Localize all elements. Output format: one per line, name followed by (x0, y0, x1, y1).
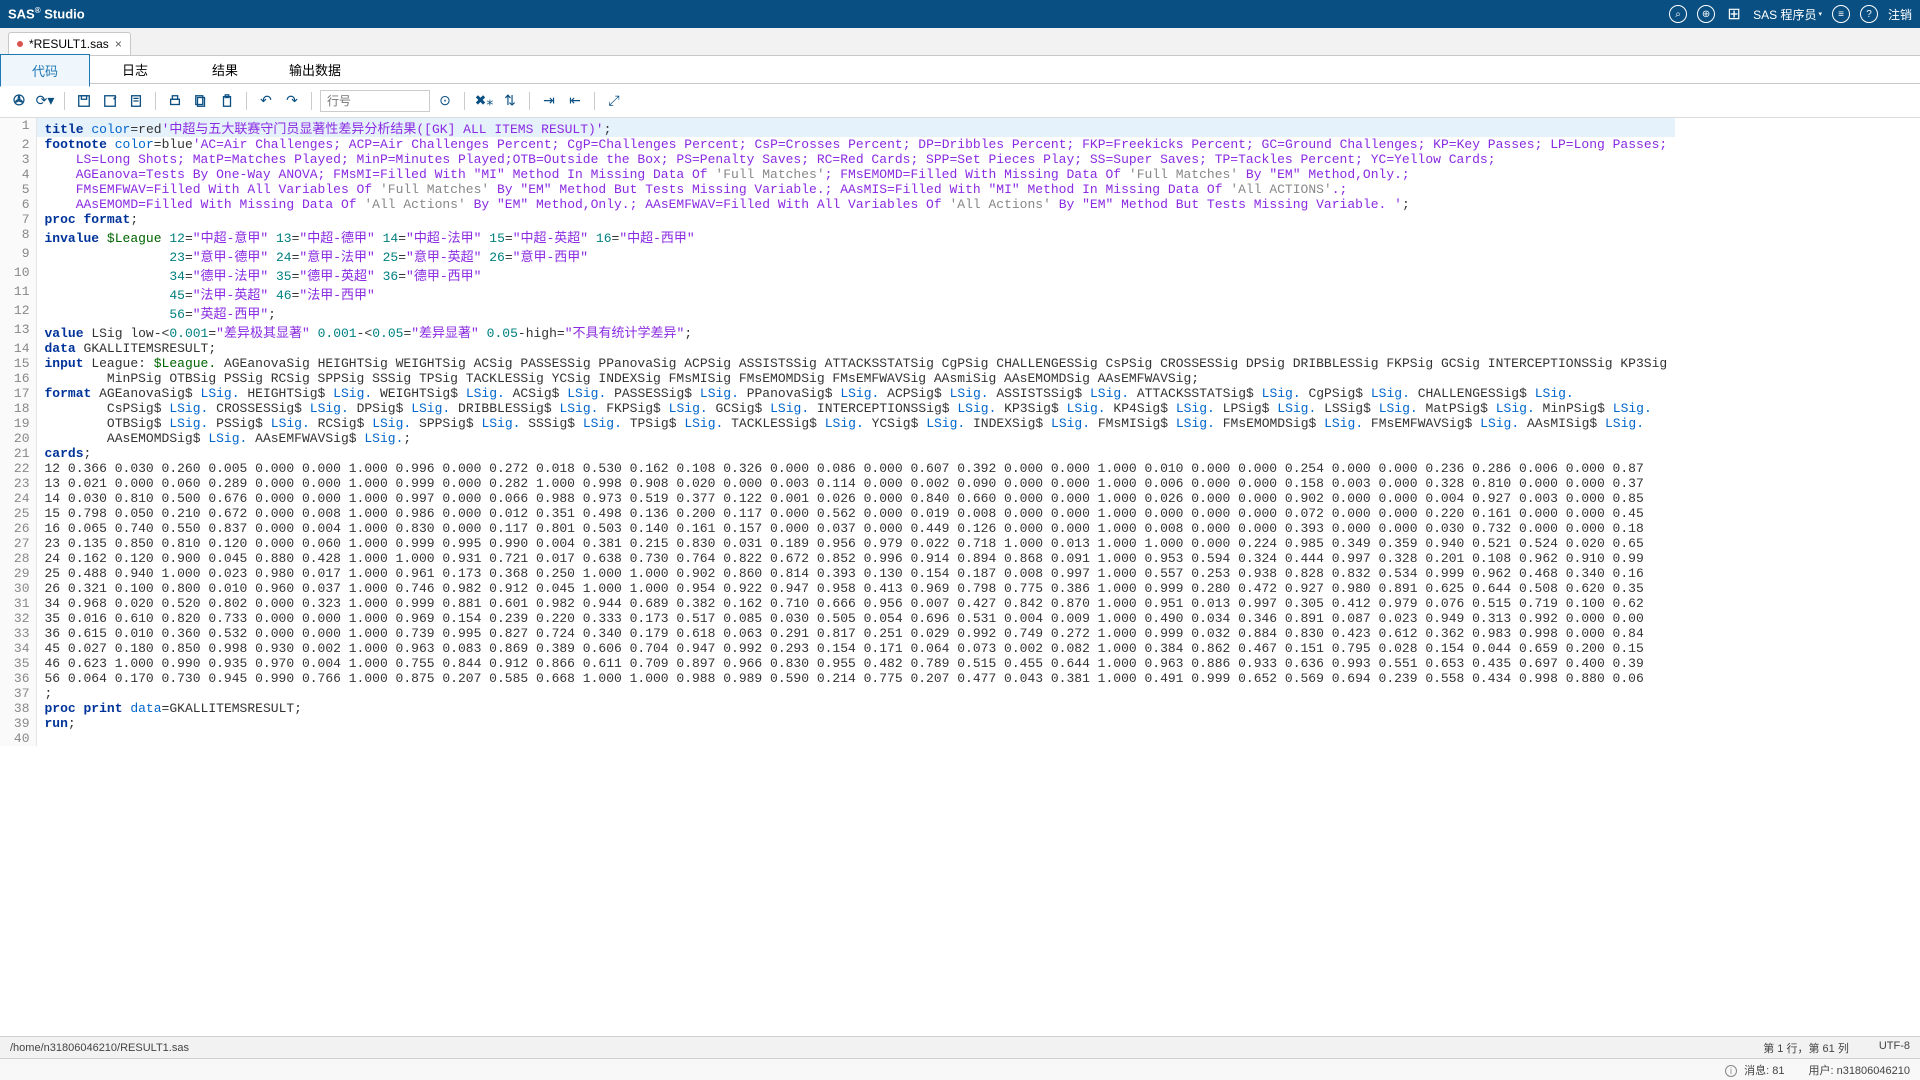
program-summary-icon[interactable] (125, 90, 147, 112)
paste-icon[interactable] (216, 90, 238, 112)
role-dropdown[interactable]: SAS 程序员▾ (1753, 6, 1822, 23)
tab-log[interactable]: 日志 (90, 54, 180, 85)
copy-icon[interactable] (190, 90, 212, 112)
close-tab-icon[interactable]: × (115, 37, 122, 51)
tab-output-data[interactable]: 输出数据 (270, 54, 360, 85)
save-as-icon[interactable] (99, 90, 121, 112)
tab-code[interactable]: 代码 (0, 54, 90, 87)
more-menu-icon[interactable]: ≡ (1832, 5, 1850, 23)
messages-icon: i (1725, 1065, 1737, 1077)
path-bar: /home/n31806046210/RESULT1.sas 第 1 行，第 6… (0, 1036, 1920, 1058)
code-toolbar: ✇ ⟳▾ ↶ ↷ ⊙ ✖⁎ ⇅ ⇥ ⇤ ⤢ (0, 84, 1920, 118)
code-editor[interactable]: 1title color=red'中超与五大联赛守门员显著性差异分析结果([GK… (0, 118, 1920, 1036)
print-icon[interactable] (164, 90, 186, 112)
signout-link[interactable]: 注销 (1888, 6, 1912, 23)
save-icon[interactable] (73, 90, 95, 112)
find-replace-icon[interactable]: ⇅ (499, 90, 521, 112)
goto-line-input[interactable] (320, 90, 430, 112)
outdent-icon[interactable]: ⇤ (564, 90, 586, 112)
new-window-icon[interactable]: ⊕ (1697, 5, 1715, 23)
sub-tab-bar: 代码 日志 结果 输出数据 (0, 56, 1920, 84)
status-bar: i 消息: 81 用户: n31806046210 (0, 1058, 1920, 1080)
indent-icon[interactable]: ⇥ (538, 90, 560, 112)
search-icon[interactable]: ⌕ (1669, 5, 1687, 23)
snippet-dropdown-icon[interactable]: ⟳▾ (34, 90, 56, 112)
app-header: SAS® Studio ⌕ ⊕ ⊞ SAS 程序员▾ ≡ ? 注销 (0, 0, 1920, 28)
run-icon[interactable]: ✇ (8, 90, 30, 112)
undo-icon[interactable]: ↶ (255, 90, 277, 112)
messages-indicator[interactable]: i 消息: 81 (1725, 1062, 1784, 1078)
file-tab-bar: *RESULT1.sas × (0, 28, 1920, 56)
maximize-view-icon[interactable]: ⤢ (603, 90, 625, 112)
encoding-label: UTF-8 (1879, 1040, 1910, 1056)
cursor-position: 第 1 行，第 61 列 (1763, 1040, 1849, 1056)
clear-code-icon[interactable]: ✖⁎ (473, 90, 495, 112)
user-indicator: 用户: n31806046210 (1808, 1062, 1910, 1078)
app-title: SAS® Studio (8, 6, 85, 21)
file-tab-result1[interactable]: *RESULT1.sas × (8, 32, 131, 55)
file-tab-label: *RESULT1.sas (29, 37, 109, 51)
tab-results[interactable]: 结果 (180, 54, 270, 85)
go-icon[interactable]: ⊙ (434, 90, 456, 112)
apps-icon[interactable]: ⊞ (1725, 5, 1743, 23)
redo-icon[interactable]: ↷ (281, 90, 303, 112)
file-path: /home/n31806046210/RESULT1.sas (10, 1042, 189, 1054)
unsaved-indicator-icon (17, 41, 23, 47)
help-icon[interactable]: ? (1860, 5, 1878, 23)
